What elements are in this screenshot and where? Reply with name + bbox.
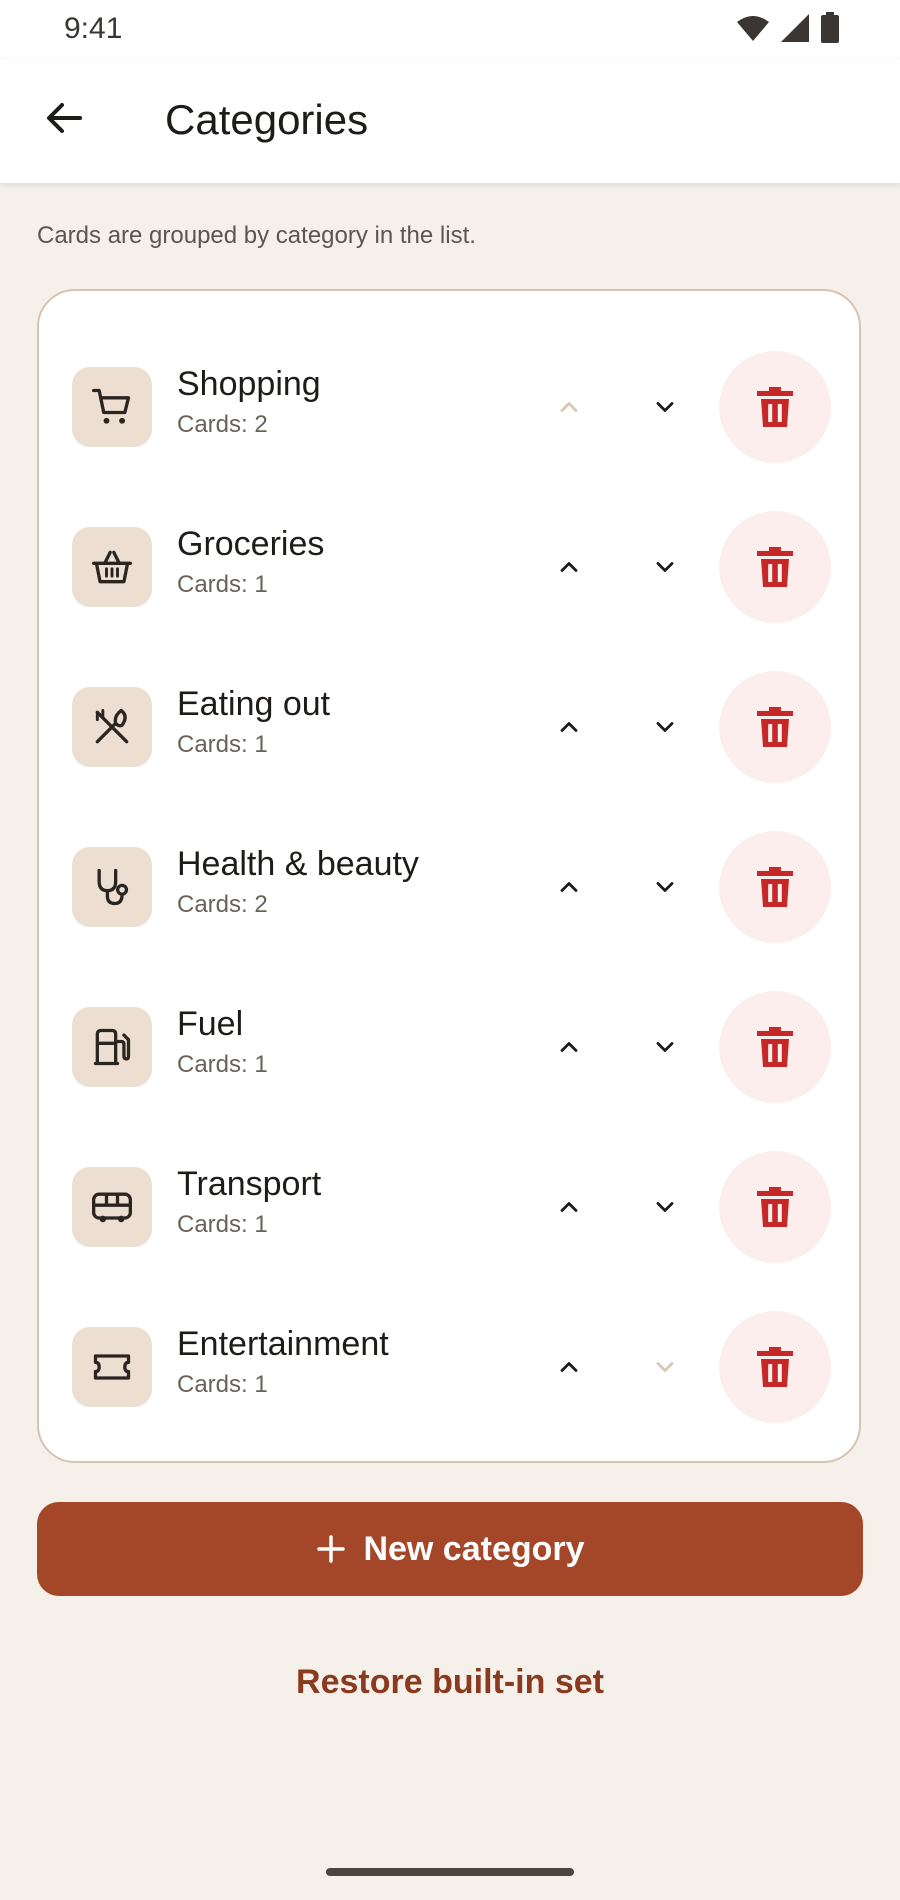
move-up-button[interactable] [541,699,597,755]
move-down-button[interactable] [637,379,693,435]
stethoscope-icon [97,868,129,906]
move-down-button[interactable] [637,1339,693,1395]
chevron-down-icon [656,562,674,572]
trash-icon [757,547,793,587]
bus-icon [92,1192,132,1223]
chevron-down-icon [656,722,674,732]
chevron-down-icon [656,882,674,892]
app-bar: Categories [0,60,900,183]
plus-icon [317,1535,346,1563]
delete-button[interactable] [719,831,831,943]
delete-button[interactable] [719,1151,831,1263]
move-down-button[interactable] [637,539,693,595]
fuel-pump-icon [93,1028,131,1066]
category-icon-tile [72,527,152,607]
chevron-down-icon [656,1042,674,1052]
category-icon-tile [72,687,152,767]
chevron-down-icon [656,402,674,412]
delete-button[interactable] [719,671,831,783]
delete-button[interactable] [719,991,831,1103]
category-icon-tile [72,1327,152,1407]
move-down-button[interactable] [637,1179,693,1235]
status-bar: 9:41 [0,0,900,60]
cart-icon [92,388,131,424]
move-up-button[interactable] [541,1179,597,1235]
arrow-left-icon [47,103,82,133]
status-time: 9:41 [64,12,123,45]
move-up-button[interactable] [541,539,597,595]
trash-icon [757,1027,793,1067]
move-down-button[interactable] [637,859,693,915]
chevron-down-icon [656,1202,674,1212]
restore-built-in-button[interactable]: Restore built-in set [250,1650,650,1714]
category-icon-tile [72,1167,152,1247]
category-row: Fuel Cards: 1 [39,967,859,1127]
delete-button[interactable] [719,511,831,623]
chevron-up-icon [560,722,578,732]
category-row: Transport Cards: 1 [39,1127,859,1287]
move-down-button[interactable] [637,699,693,755]
trash-icon [757,867,793,907]
category-icon-tile [72,1007,152,1087]
page-title: Categories [165,96,369,143]
chevron-down-icon [656,1362,674,1372]
category-count: Cards: 2 [177,891,268,918]
chevron-up-icon [560,1202,578,1212]
chevron-up-icon [560,1042,578,1052]
move-up-button[interactable] [541,379,597,435]
category-name: Shopping [177,365,321,403]
category-list: Shopping Cards: 2 Groceries Cards: 1 Eat… [37,289,861,1463]
trash-icon [757,1347,793,1387]
move-up-button[interactable] [541,859,597,915]
chevron-up-icon [560,882,578,892]
category-count: Cards: 1 [177,1211,268,1238]
chevron-up-icon [560,562,578,572]
move-up-button[interactable] [541,1339,597,1395]
category-row: Shopping Cards: 2 [39,327,859,487]
category-name: Fuel [177,1005,244,1043]
utensils-icon [95,708,129,744]
delete-button[interactable] [719,351,831,463]
wifi-icon [737,16,769,41]
move-down-button[interactable] [637,1019,693,1075]
category-name: Health & beauty [177,845,419,883]
category-icon-tile [72,367,152,447]
category-count: Cards: 2 [177,411,268,438]
restore-label: Restore built-in set [296,1662,604,1701]
back-button[interactable] [36,90,92,146]
trash-icon [757,1187,793,1227]
ticket-icon [93,1354,131,1380]
category-name: Groceries [177,525,325,563]
move-up-button[interactable] [541,1019,597,1075]
category-row: Entertainment Cards: 1 [39,1287,859,1447]
chevron-up-icon [560,402,578,412]
status-icons [736,12,840,44]
category-row: Health & beauty Cards: 2 [39,807,859,967]
category-count: Cards: 1 [177,731,268,758]
basket-icon [92,550,132,584]
category-name: Entertainment [177,1325,389,1363]
category-row: Groceries Cards: 1 [39,487,859,647]
category-count: Cards: 1 [177,1371,268,1398]
category-count: Cards: 1 [177,571,268,598]
category-icon-tile [72,847,152,927]
new-category-button[interactable]: New category [37,1502,863,1596]
signal-icon [781,14,809,42]
home-indicator[interactable] [326,1868,574,1876]
chevron-up-icon [560,1362,578,1372]
category-count: Cards: 1 [177,1051,268,1078]
trash-icon [757,707,793,747]
category-name: Transport [177,1165,322,1203]
new-category-label: New category [363,1529,585,1568]
hint-text: Cards are grouped by category in the lis… [37,222,476,249]
delete-button[interactable] [719,1311,831,1423]
category-row: Eating out Cards: 1 [39,647,859,807]
category-name: Eating out [177,685,331,723]
trash-icon [757,387,793,427]
battery-icon [821,12,839,43]
